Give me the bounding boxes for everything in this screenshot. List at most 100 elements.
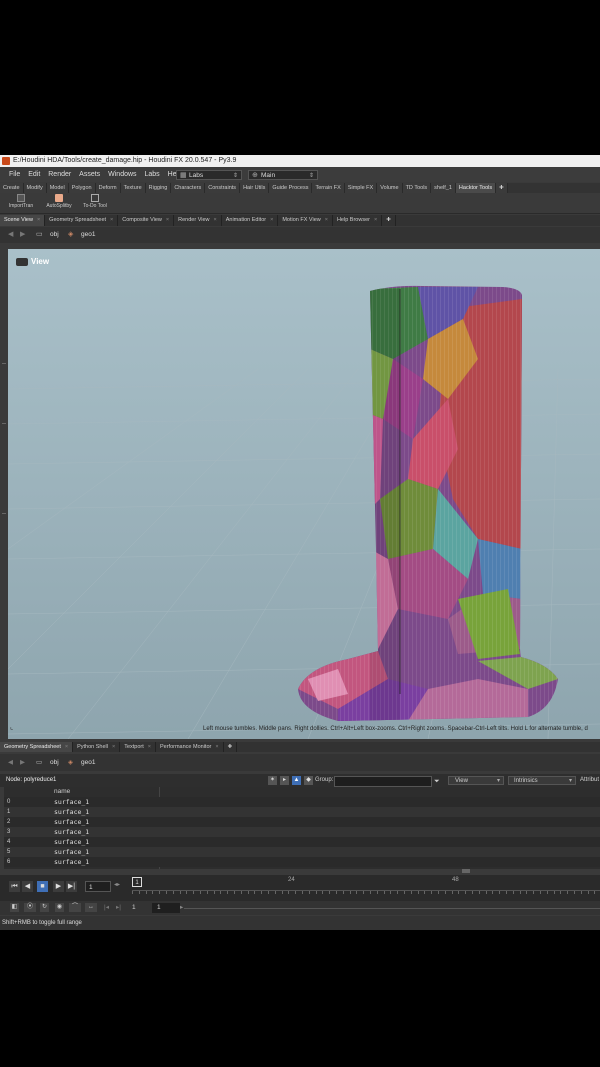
menu-labs[interactable]: Labs [142,168,163,182]
timeline-ruler[interactable]: 1 24 48 [132,877,600,899]
attributes-dropdown[interactable]: Attribut [580,774,599,787]
step-back-icon[interactable]: ◀ [22,881,33,892]
table-row[interactable]: 2 surface_1 [4,817,600,827]
frame-step-icon[interactable]: ◂▸ [114,881,120,888]
range-next-icon[interactable]: ▸| [116,901,121,915]
tab-geometry-spreadsheet[interactable]: Geometry Spreadsheet × [45,215,119,226]
table-row[interactable]: 3 surface_1 [4,827,600,837]
table-row[interactable]: 1 surface_1 [4,807,600,817]
detail-icon[interactable]: ◆ [304,776,313,785]
tab-performance-monitor[interactable]: Performance Monitor × [156,742,224,752]
close-icon[interactable]: × [112,744,115,750]
play-icon[interactable]: ▶ [53,881,64,892]
shelf-tab-rigging[interactable]: Rigging [145,183,172,193]
tab-geometry-spreadsheet-bottom[interactable]: Geometry Spreadsheet × [0,742,74,752]
shelf-tab-guide-process[interactable]: Guide Process [269,183,313,193]
shelf-tab-simple-fx[interactable]: Simple FX [344,183,378,193]
scene-viewport[interactable]: View Left mouse tumbles. Middle pans. Ri… [8,249,600,739]
tab-motion-fx-view[interactable]: Motion FX View × [278,215,333,226]
range-slider-icon[interactable]: ↔ [85,903,97,912]
range-start-field[interactable]: 1 [132,901,136,915]
range-prev-icon[interactable]: |◂ [104,901,109,915]
close-icon[interactable]: × [110,217,113,223]
breadcrumb-geo1[interactable]: geo1 [81,754,95,771]
desktop-select[interactable]: ▦ Labs ⇕ [176,170,242,180]
menu-assets[interactable]: Assets [76,168,103,182]
column-header-name[interactable]: name [54,787,70,797]
pin-icon[interactable]: ▭ [36,227,43,243]
close-icon[interactable]: × [325,217,328,223]
shelf-tab-polygon[interactable]: Polygon [68,183,96,193]
tab-composite-view[interactable]: Composite View × [118,215,175,226]
add-shelf-tab-button[interactable]: ✚ [496,183,508,193]
tool-todo[interactable]: To-Do Tool [80,194,110,212]
jump-to-start-icon[interactable]: ⏮ [9,881,20,892]
table-row[interactable]: 5 surface_1 [4,847,600,857]
menu-file[interactable]: File [6,168,23,182]
tab-render-view[interactable]: Render View × [174,215,222,226]
shelf-tab-volume[interactable]: Volume [377,183,403,193]
shelf-tab-deform[interactable]: Deform [95,183,121,193]
playhead-marker[interactable]: 1 [132,877,142,887]
step-forward-icon[interactable]: ▶| [66,881,77,892]
close-icon[interactable]: × [270,217,273,223]
table-row[interactable]: 4 surface_1 [4,837,600,847]
menu-windows[interactable]: Windows [105,168,139,182]
shelf-tab-td-tools[interactable]: TD Tools [402,183,432,193]
shelf-tab-texture[interactable]: Texture [120,183,146,193]
forward-arrow-icon[interactable]: ▶ [20,754,25,771]
tool-auto-split[interactable]: AutoSplitby [44,194,74,212]
shelf-tab-modify[interactable]: Modify [23,183,47,193]
breadcrumb-obj[interactable]: obj [50,227,59,243]
tab-help-browser[interactable]: Help Browser × [333,215,383,226]
tab-animation-editor[interactable]: Animation Editor × [222,215,279,226]
menu-edit[interactable]: Edit [25,168,43,182]
shelf-tab-model[interactable]: Model [46,183,69,193]
close-icon[interactable]: × [374,217,377,223]
vertices-icon[interactable]: ▸ [280,776,289,785]
range-slider-handle[interactable]: ▸ [180,901,183,915]
shelf-tab-characters[interactable]: Characters [171,183,206,193]
tab-python-shell[interactable]: Python Shell × [73,742,121,752]
shelf-tab-hair-utils[interactable]: Hair Utils [240,183,270,193]
close-icon[interactable]: × [148,744,151,750]
table-row[interactable]: 0 surface_1 [4,797,600,807]
shelf-tab-create[interactable]: Create [0,183,24,193]
menu-render[interactable]: Render [45,168,74,182]
close-icon[interactable]: × [65,744,68,750]
stop-icon[interactable]: ■ [37,881,48,892]
tab-scene-view[interactable]: Scene View × [0,215,46,226]
shelf-set-select[interactable]: ⊕ Main ⇕ [248,170,318,180]
keyframe-icon[interactable]: ◧ [10,903,19,912]
realtime-icon[interactable]: ◉ [55,903,64,912]
range-mode-icon[interactable]: ⌒ [69,903,81,912]
range-end-field[interactable]: 1 [152,903,180,913]
intrinsics-dropdown[interactable]: Intrinsics ▾ [508,776,576,785]
add-pane-tab-button[interactable]: ✚ [382,215,396,226]
shelf-tab-hacktor-tools[interactable]: Hacktor Tools [455,183,497,193]
breadcrumb-obj[interactable]: obj [50,754,59,771]
audio-icon[interactable]: ⦿ [24,903,36,912]
viewport-label[interactable]: View [16,257,49,266]
close-icon[interactable]: × [37,217,40,223]
group-field[interactable] [334,776,432,787]
view-dropdown[interactable]: View ▾ [448,776,504,785]
forward-arrow-icon[interactable]: ▶ [20,227,25,243]
shelf-tab-constraints[interactable]: Constraints [205,183,241,193]
table-row[interactable]: 6 surface_1 [4,857,600,867]
close-icon[interactable]: × [215,744,218,750]
pin-icon[interactable]: ▭ [36,754,42,771]
range-slider-track[interactable] [184,908,600,909]
close-icon[interactable]: × [214,217,217,223]
shelf-tab-terrain-fx[interactable]: Terrain FX [312,183,345,193]
breadcrumb-geo1[interactable]: geo1 [81,227,95,243]
back-arrow-icon[interactable]: ◀ [8,227,13,243]
primitives-icon[interactable]: ▲ [292,776,301,785]
points-icon[interactable]: ✶ [268,776,277,785]
close-icon[interactable]: × [166,217,169,223]
back-arrow-icon[interactable]: ◀ [8,754,13,771]
loop-icon[interactable]: ↻ [40,903,49,912]
tab-textport[interactable]: Textport × [120,742,156,752]
tool-import-tran[interactable]: ImportTran [6,194,36,212]
shelf-tab-shelf-1[interactable]: shelf_1 [431,183,456,193]
